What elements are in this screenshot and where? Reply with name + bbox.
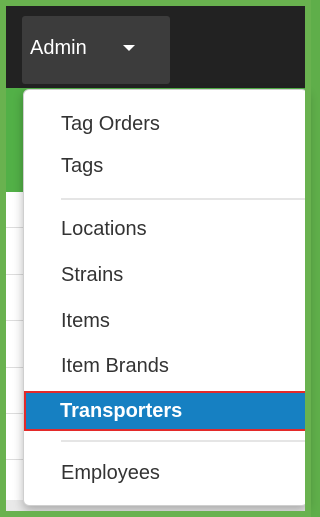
menu-divider bbox=[61, 198, 305, 200]
menu-item-item-brands[interactable]: Item Brands bbox=[24, 348, 307, 384]
caret-down-icon bbox=[123, 45, 135, 51]
menu-item-items[interactable]: Items bbox=[24, 303, 307, 339]
menu-item-tags[interactable]: Tags bbox=[24, 148, 307, 184]
menu-item-tag-orders[interactable]: Tag Orders bbox=[24, 106, 307, 142]
menu-item-strains[interactable]: Strains bbox=[24, 257, 307, 293]
menu-item-employees[interactable]: Employees bbox=[24, 455, 307, 491]
menu-item-transporters[interactable]: Transporters bbox=[26, 393, 307, 429]
admin-dropdown-menu: Tag Orders Tags Locations Strains Items … bbox=[23, 89, 308, 506]
admin-dropdown-label: Admin bbox=[30, 37, 87, 59]
menu-item-locations[interactable]: Locations bbox=[24, 211, 307, 247]
menu-divider bbox=[61, 440, 305, 442]
